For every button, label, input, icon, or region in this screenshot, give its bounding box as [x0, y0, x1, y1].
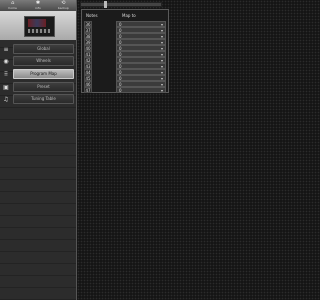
- backup-label: backup: [57, 5, 69, 10]
- sidebar-item-wheels[interactable]: ◉ Wheels: [0, 55, 76, 67]
- device-screen: [28, 19, 46, 27]
- slider-thumb[interactable]: [104, 1, 107, 8]
- sidebar-item-label: Preset: [13, 82, 74, 92]
- toolbar: ⌂ home ✱ info ⟲ backup: [0, 0, 76, 11]
- info-button[interactable]: ✱ info: [31, 0, 45, 11]
- home-label: home: [8, 5, 17, 10]
- program-map-header: Notes Map to: [84, 12, 166, 19]
- map-to-header: Map to: [122, 13, 136, 18]
- note-number: 47: [84, 87, 92, 93]
- program-map-icon: ⠿: [3, 70, 9, 78]
- sidebar-item-program-map[interactable]: ⠿ Program Map: [0, 68, 76, 80]
- map-to-value: 0: [119, 88, 122, 93]
- main-area: Notes Map to 36 0 ▾ 37 0 ▾ 38 0 ▾ 39 0 ▾ 40 0 ▾ 41 0 ▾ 42 0…: [77, 0, 320, 300]
- program-map-row: 47 0 ▾: [84, 87, 166, 93]
- chevron-down-icon: ▾: [160, 88, 163, 93]
- tuning-table-icon: ♫: [3, 95, 9, 103]
- device-knobs: [28, 29, 50, 33]
- device-header: [0, 11, 76, 40]
- sidebar: ⌂ home ✱ info ⟲ backup ≡ Global ◉ Wheels…: [0, 0, 77, 300]
- sidebar-item-label: Global: [13, 44, 74, 54]
- sidebar-item-label: Tuning Table: [13, 94, 74, 104]
- sidebar-item-tuning-table[interactable]: ♫ Tuning Table: [0, 93, 76, 105]
- preset-icon: ▣: [3, 83, 9, 91]
- notes-header: Notes: [86, 13, 98, 18]
- device-image: [24, 16, 55, 37]
- map-to-select[interactable]: 0 ▾: [116, 87, 166, 93]
- program-map-panel: Notes Map to 36 0 ▾ 37 0 ▾ 38 0 ▾ 39 0 ▾ 40 0 ▾ 41 0 ▾ 42 0…: [81, 9, 169, 93]
- home-button[interactable]: ⌂ home: [6, 0, 20, 11]
- backup-button[interactable]: ⟲ backup: [56, 0, 70, 11]
- wheel-icon: ◉: [3, 57, 9, 65]
- sidebar-item-global[interactable]: ≡ Global: [0, 43, 76, 55]
- scroll-slider[interactable]: [80, 1, 162, 8]
- global-icon: ≡: [3, 45, 9, 53]
- sidebar-item-preset[interactable]: ▣ Preset: [0, 81, 76, 93]
- sidebar-item-label: Wheels: [13, 56, 74, 66]
- sidebar-item-label: Program Map: [13, 69, 74, 79]
- info-label: info: [35, 5, 41, 10]
